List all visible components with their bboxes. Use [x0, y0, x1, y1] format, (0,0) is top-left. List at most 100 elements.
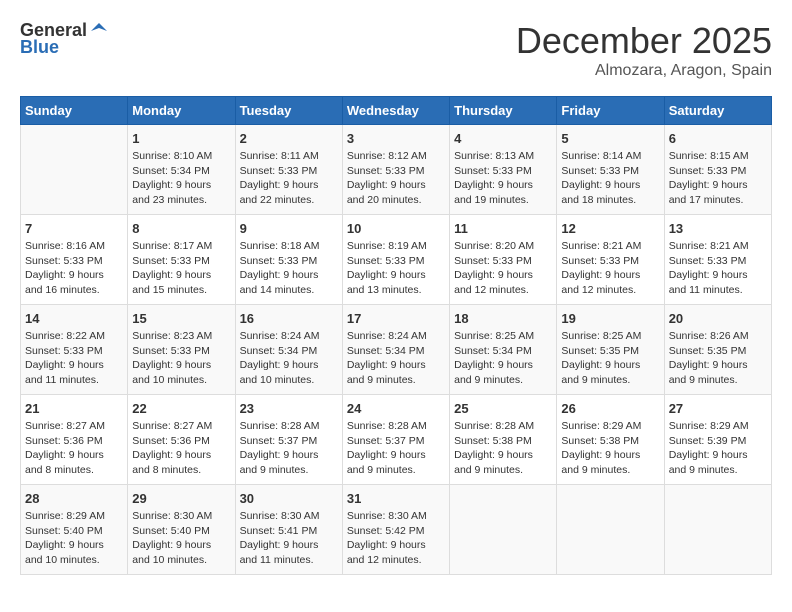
- logo-blue: Blue: [20, 37, 59, 58]
- weekday-header: Friday: [557, 97, 664, 125]
- day-number: 20: [669, 311, 767, 326]
- day-info: Sunrise: 8:23 AM Sunset: 5:33 PM Dayligh…: [132, 329, 230, 388]
- calendar-week-row: 1 Sunrise: 8:10 AM Sunset: 5:34 PM Daylig…: [21, 125, 772, 215]
- day-info: Sunrise: 8:28 AM Sunset: 5:38 PM Dayligh…: [454, 419, 552, 478]
- weekday-header: Wednesday: [342, 97, 449, 125]
- day-number: 31: [347, 491, 445, 506]
- day-info: Sunrise: 8:16 AM Sunset: 5:33 PM Dayligh…: [25, 239, 123, 298]
- day-number: 12: [561, 221, 659, 236]
- calendar-table: SundayMondayTuesdayWednesdayThursdayFrid…: [20, 96, 772, 575]
- day-info: Sunrise: 8:18 AM Sunset: 5:33 PM Dayligh…: [240, 239, 338, 298]
- calendar-cell: 2Sunrise: 8:11 AM Sunset: 5:33 PM Daylig…: [235, 125, 342, 215]
- calendar-cell: 8 Sunrise: 8:17 AM Sunset: 5:33 PM Daylig…: [128, 215, 235, 305]
- day-info: Sunrise: 8:24 AM Sunset: 5:34 PM Dayligh…: [347, 329, 445, 388]
- day-number: 11: [454, 221, 552, 236]
- day-number: 4: [454, 131, 552, 146]
- month-title: December 2025: [516, 20, 772, 62]
- day-number: 15: [132, 311, 230, 326]
- calendar-cell: 29 Sunrise: 8:30 AM Sunset: 5:40 PM Dayli…: [128, 485, 235, 575]
- calendar-cell: 23 Sunrise: 8:28 AM Sunset: 5:37 PM Dayli…: [235, 395, 342, 485]
- day-number: 22: [132, 401, 230, 416]
- day-info: Sunrise: 8:28 AM Sunset: 5:37 PM Dayligh…: [240, 419, 338, 478]
- calendar-cell: [21, 125, 128, 215]
- day-number: 9: [240, 221, 338, 236]
- day-number: 3: [347, 131, 445, 146]
- day-info: Sunrise: 8:27 AM Sunset: 5:36 PM Dayligh…: [132, 419, 230, 478]
- calendar-cell: 31 Sunrise: 8:30 AM Sunset: 5:42 PM Dayli…: [342, 485, 449, 575]
- day-number: 28: [25, 491, 123, 506]
- calendar-header: SundayMondayTuesdayWednesdayThursdayFrid…: [21, 97, 772, 125]
- day-info: Sunrise: 8:19 AM Sunset: 5:33 PM Dayligh…: [347, 239, 445, 298]
- calendar-cell: 26Sunrise: 8:29 AM Sunset: 5:38 PM Dayli…: [557, 395, 664, 485]
- day-number: 1: [132, 131, 230, 146]
- calendar-cell: 21 Sunrise: 8:27 AM Sunset: 5:36 PM Dayli…: [21, 395, 128, 485]
- day-info: Sunrise: 8:13 AM Sunset: 5:33 PM Dayligh…: [454, 149, 552, 208]
- weekday-header: Thursday: [450, 97, 557, 125]
- day-info: Sunrise: 8:25 AM Sunset: 5:34 PM Dayligh…: [454, 329, 552, 388]
- day-info: Sunrise: 8:17 AM Sunset: 5:33 PM Dayligh…: [132, 239, 230, 298]
- header: General Blue December 2025 Almozara, Ara…: [20, 20, 772, 80]
- calendar-cell: [664, 485, 771, 575]
- day-info: Sunrise: 8:11 AM Sunset: 5:33 PM Dayligh…: [240, 149, 338, 208]
- day-number: 5: [561, 131, 659, 146]
- day-number: 14: [25, 311, 123, 326]
- day-info: Sunrise: 8:30 AM Sunset: 5:42 PM Dayligh…: [347, 509, 445, 568]
- day-number: 30: [240, 491, 338, 506]
- calendar-cell: 7 Sunrise: 8:16 AM Sunset: 5:33 PM Daylig…: [21, 215, 128, 305]
- logo-bird-icon: [89, 21, 109, 41]
- day-info: Sunrise: 8:21 AM Sunset: 5:33 PM Dayligh…: [669, 239, 767, 298]
- day-info: Sunrise: 8:29 AM Sunset: 5:39 PM Dayligh…: [669, 419, 767, 478]
- calendar-cell: 24Sunrise: 8:28 AM Sunset: 5:37 PM Dayli…: [342, 395, 449, 485]
- calendar-cell: 3 Sunrise: 8:12 AM Sunset: 5:33 PM Daylig…: [342, 125, 449, 215]
- day-info: Sunrise: 8:12 AM Sunset: 5:33 PM Dayligh…: [347, 149, 445, 208]
- day-number: 6: [669, 131, 767, 146]
- day-info: Sunrise: 8:24 AM Sunset: 5:34 PM Dayligh…: [240, 329, 338, 388]
- calendar-cell: 19Sunrise: 8:25 AM Sunset: 5:35 PM Dayli…: [557, 305, 664, 395]
- location-title: Almozara, Aragon, Spain: [516, 62, 772, 80]
- day-number: 13: [669, 221, 767, 236]
- calendar-week-row: 14 Sunrise: 8:22 AM Sunset: 5:33 PM Dayli…: [21, 305, 772, 395]
- day-number: 21: [25, 401, 123, 416]
- day-number: 8: [132, 221, 230, 236]
- calendar-cell: 6 Sunrise: 8:15 AM Sunset: 5:33 PM Daylig…: [664, 125, 771, 215]
- calendar-body: 1 Sunrise: 8:10 AM Sunset: 5:34 PM Daylig…: [21, 125, 772, 575]
- day-number: 16: [240, 311, 338, 326]
- calendar-cell: 27Sunrise: 8:29 AM Sunset: 5:39 PM Dayli…: [664, 395, 771, 485]
- day-number: 10: [347, 221, 445, 236]
- day-number: 17: [347, 311, 445, 326]
- day-number: 23: [240, 401, 338, 416]
- calendar-cell: 16 Sunrise: 8:24 AM Sunset: 5:34 PM Dayli…: [235, 305, 342, 395]
- day-info: Sunrise: 8:15 AM Sunset: 5:33 PM Dayligh…: [669, 149, 767, 208]
- day-info: Sunrise: 8:30 AM Sunset: 5:41 PM Dayligh…: [240, 509, 338, 568]
- day-info: Sunrise: 8:26 AM Sunset: 5:35 PM Dayligh…: [669, 329, 767, 388]
- weekday-header: Saturday: [664, 97, 771, 125]
- calendar-cell: [450, 485, 557, 575]
- calendar-cell: 28Sunrise: 8:29 AM Sunset: 5:40 PM Dayli…: [21, 485, 128, 575]
- calendar-cell: 9 Sunrise: 8:18 AM Sunset: 5:33 PM Daylig…: [235, 215, 342, 305]
- logo: General Blue: [20, 20, 109, 58]
- day-info: Sunrise: 8:10 AM Sunset: 5:34 PM Dayligh…: [132, 149, 230, 208]
- day-info: Sunrise: 8:14 AM Sunset: 5:33 PM Dayligh…: [561, 149, 659, 208]
- day-number: 18: [454, 311, 552, 326]
- calendar-cell: 4 Sunrise: 8:13 AM Sunset: 5:33 PM Daylig…: [450, 125, 557, 215]
- calendar-week-row: 7 Sunrise: 8:16 AM Sunset: 5:33 PM Daylig…: [21, 215, 772, 305]
- calendar-cell: [557, 485, 664, 575]
- calendar-week-row: 28Sunrise: 8:29 AM Sunset: 5:40 PM Dayli…: [21, 485, 772, 575]
- day-number: 7: [25, 221, 123, 236]
- day-info: Sunrise: 8:20 AM Sunset: 5:33 PM Dayligh…: [454, 239, 552, 298]
- calendar-cell: 20 Sunrise: 8:26 AM Sunset: 5:35 PM Dayli…: [664, 305, 771, 395]
- day-number: 26: [561, 401, 659, 416]
- weekday-header: Sunday: [21, 97, 128, 125]
- day-number: 24: [347, 401, 445, 416]
- day-number: 29: [132, 491, 230, 506]
- day-info: Sunrise: 8:30 AM Sunset: 5:40 PM Dayligh…: [132, 509, 230, 568]
- calendar-cell: 22 Sunrise: 8:27 AM Sunset: 5:36 PM Dayli…: [128, 395, 235, 485]
- day-info: Sunrise: 8:27 AM Sunset: 5:36 PM Dayligh…: [25, 419, 123, 478]
- calendar-cell: 15 Sunrise: 8:23 AM Sunset: 5:33 PM Dayli…: [128, 305, 235, 395]
- weekday-header: Tuesday: [235, 97, 342, 125]
- calendar-cell: 18 Sunrise: 8:25 AM Sunset: 5:34 PM Dayli…: [450, 305, 557, 395]
- title-area: December 2025 Almozara, Aragon, Spain: [516, 20, 772, 80]
- day-number: 25: [454, 401, 552, 416]
- day-info: Sunrise: 8:25 AM Sunset: 5:35 PM Dayligh…: [561, 329, 659, 388]
- day-info: Sunrise: 8:22 AM Sunset: 5:33 PM Dayligh…: [25, 329, 123, 388]
